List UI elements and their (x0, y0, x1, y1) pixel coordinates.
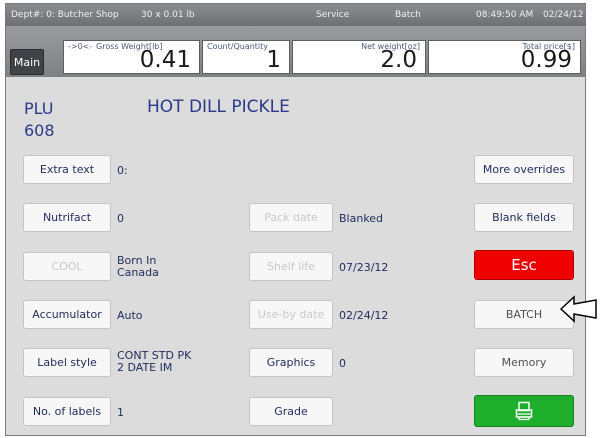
extra-text-button[interactable]: Extra text (23, 155, 111, 184)
label-style-button[interactable]: Label style (23, 348, 111, 377)
zero-indicator: ->0<- (68, 42, 93, 51)
count-display: Count/Quantity 1 (202, 40, 290, 74)
print-button[interactable] (474, 395, 574, 427)
scale-capacity-text: 30 x 0.01 lb (141, 10, 195, 20)
label-style-value-line2: 2 DATE IM (117, 361, 173, 374)
printer-icon (515, 401, 533, 421)
net-weight-display: Net weight[oz] 2.0 (292, 40, 426, 74)
blank-fields-button[interactable]: Blank fields (474, 203, 574, 232)
graphics-value: 0 (339, 357, 346, 370)
use-by-date-value: 02/24/12 (339, 309, 389, 322)
plu-label: PLU (24, 99, 54, 118)
label-style-value: CONT STD PK 2 DATE IM (117, 350, 191, 374)
nutrifact-value: 0 (117, 212, 124, 225)
time-text: 08:49:50 AM (476, 10, 534, 20)
extra-text-value: 0: (117, 164, 128, 177)
department-text: Dept#: 0: Butcher Shop (11, 10, 119, 20)
shelf-life-value: 07/23/12 (339, 261, 389, 274)
status-bar: Dept#: 0: Butcher Shop 30 x 0.01 lb Serv… (6, 4, 585, 26)
accumulator-button[interactable]: Accumulator (23, 300, 111, 329)
plu-number: 608 (24, 121, 55, 140)
use-by-date-button[interactable]: Use-by date (249, 300, 333, 329)
number-of-labels-button[interactable]: No. of labels (23, 397, 111, 426)
number-of-labels-value: 1 (117, 406, 124, 419)
gross-weight-value: 0.41 (139, 47, 191, 73)
graphics-button[interactable]: Graphics (249, 348, 333, 377)
date-text: 02/24/12 (543, 10, 584, 20)
pointer-arrow-icon (559, 295, 597, 323)
net-weight-value: 2.0 (380, 47, 417, 73)
esc-button[interactable]: Esc (474, 250, 574, 280)
count-caption: Count/Quantity (207, 42, 269, 51)
pack-date-button[interactable]: Pack date (249, 203, 333, 232)
memory-button[interactable]: Memory (474, 348, 574, 377)
weighing-panel: Main ->0<- Gross Weight[lb] 0.41 Count/Q… (6, 26, 585, 77)
total-price-value: 0.99 (520, 47, 572, 73)
gross-weight-display: ->0<- Gross Weight[lb] 0.41 (63, 40, 200, 74)
pack-date-value: Blanked (339, 212, 384, 225)
nutrifact-button[interactable]: Nutrifact (23, 203, 111, 232)
grade-button[interactable]: Grade (249, 397, 333, 426)
cool-value-line2: Canada (117, 266, 159, 279)
accumulator-value: Auto (117, 309, 143, 322)
batch-status-text: Batch (395, 10, 421, 20)
cool-button[interactable]: COOL (23, 252, 111, 281)
app-window: Dept#: 0: Butcher Shop 30 x 0.01 lb Serv… (5, 3, 586, 436)
main-button[interactable]: Main (10, 49, 44, 75)
shelf-life-button[interactable]: Shelf life (249, 252, 333, 281)
more-overrides-button[interactable]: More overrides (474, 155, 574, 184)
mode-text: Service (316, 10, 350, 20)
total-price-display: Total price[$] 0.99 (428, 40, 581, 74)
count-value: 1 (266, 47, 281, 73)
cool-value: Born In Canada (117, 255, 159, 279)
item-name: HOT DILL PICKLE (147, 97, 290, 117)
